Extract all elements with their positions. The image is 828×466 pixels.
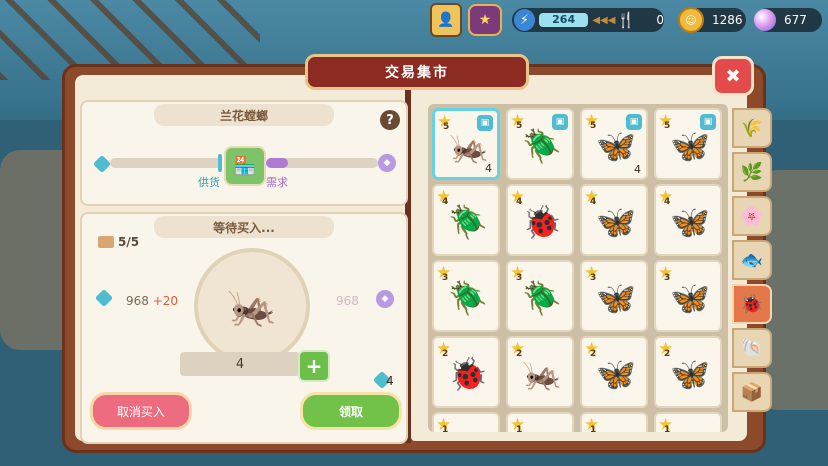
arrows-icon: ◀◀◀ bbox=[592, 14, 616, 26]
owned-count: 4 bbox=[386, 374, 394, 388]
yellow-butterfly-icon: 🦋 bbox=[670, 127, 710, 165]
fish-icon[interactable]: 🐟 bbox=[732, 240, 772, 280]
blue-beetle-icon: 🪲 bbox=[448, 203, 488, 241]
bug-icon: 🐛 bbox=[446, 428, 490, 432]
item-supply-card: 兰花螳螂 ? 🏪 ◆ 供货 需求 bbox=[80, 100, 408, 206]
insect-slot[interactable]: ★ 3 🦋 bbox=[580, 260, 648, 332]
bug-icon: 🐛 bbox=[520, 428, 564, 432]
top-bar: 👤 ★ bbox=[430, 3, 502, 37]
supply-marker bbox=[218, 154, 222, 172]
insect-grid: ★ 5 ▣ 🦗 4 ★ 5 ▣ 🪲 ★ 5 ▣ 🦋 4 ★ 5 ▣ 🦋 ★ 4 🪲 ★ 4 🐞 ★ 4 🦋 ★ 4 🦋 ★ 3 🪲 ★ 3 🪲 ★ 3 🦋 ★… bbox=[428, 104, 728, 432]
insect-slot[interactable]: ★ 2 🐞 bbox=[432, 336, 500, 408]
gems-display[interactable]: 677 bbox=[754, 8, 822, 32]
insect-slot[interactable]: ★ 5 ▣ 🦗 4 bbox=[432, 108, 500, 180]
market-stall-icon: 🏪 bbox=[224, 146, 266, 186]
help-icon[interactable]: ? bbox=[380, 110, 400, 130]
insect-slot[interactable]: ★1🐛 bbox=[506, 412, 574, 432]
coins-display[interactable]: ☺ 1286 bbox=[678, 7, 746, 33]
green-butterfly-icon: 🦋 bbox=[670, 279, 710, 317]
insect-slot[interactable]: ★ 2 🦗 bbox=[506, 336, 574, 408]
bug-icon: 🐛 bbox=[668, 428, 712, 432]
firefly-icon: 🪲 bbox=[448, 279, 488, 317]
price-bonus: +20 bbox=[152, 294, 179, 308]
insect-slot[interactable]: ★1🐛 bbox=[580, 412, 648, 432]
food-icon: 🍴 bbox=[616, 11, 636, 29]
insect-slot[interactable]: ★ 5 ▣ 🪲 bbox=[506, 108, 574, 180]
stag-beetle-icon: 🪲 bbox=[522, 127, 562, 165]
supply-label: 供货 bbox=[198, 176, 220, 189]
green-scarab-icon: 🪲 bbox=[522, 279, 562, 317]
luna-moth-icon: 🦋 bbox=[670, 203, 710, 241]
price-right: 968 bbox=[336, 294, 359, 308]
close-button[interactable]: ✖ bbox=[712, 56, 754, 96]
beetle-tab-icon[interactable]: 🐞 bbox=[732, 284, 772, 324]
monarch-butterfly-icon: 🦋 bbox=[596, 203, 636, 241]
insect-slot[interactable]: ★ 5 ▣ 🦋 bbox=[654, 108, 722, 180]
insect-count: 4 bbox=[485, 162, 492, 175]
gem-icon bbox=[754, 9, 776, 31]
energy-display: ⚡ 264 ◀◀◀ 🍴 0 bbox=[512, 8, 664, 32]
insect-slot[interactable]: ★ 3 🪲 bbox=[506, 260, 574, 332]
insect-slot[interactable]: ★ 4 🐞 bbox=[506, 184, 574, 256]
coins-value: 1286 bbox=[712, 13, 743, 27]
claim-button[interactable]: 领取 bbox=[300, 392, 402, 430]
insect-count: 4 bbox=[634, 163, 641, 176]
bug-icon: 🐛 bbox=[594, 428, 638, 432]
gems-value: 677 bbox=[784, 13, 807, 27]
demand-bar bbox=[266, 158, 378, 168]
cube-icon bbox=[92, 154, 112, 174]
add-quantity-button[interactable]: + bbox=[298, 350, 330, 382]
blue-swallowtail-icon: 🦋 bbox=[596, 279, 636, 317]
insect-slot[interactable]: ★ 3 🪲 bbox=[432, 260, 500, 332]
ladybug-icon: 🐞 bbox=[448, 355, 488, 393]
flower-icon[interactable]: 🌸 bbox=[732, 196, 772, 236]
blue-butterfly-icon: 🦋 bbox=[596, 127, 636, 165]
insect-slot[interactable]: ★ 5 ▣ 🦋 4 bbox=[580, 108, 648, 180]
insect-slot[interactable]: ★ 3 🦋 bbox=[654, 260, 722, 332]
misc-icon[interactable]: 📦 bbox=[732, 372, 772, 412]
supply-bar bbox=[110, 158, 222, 168]
buy-order-card: 等待买入... 5/5 968 +20 🦗 968 ◆ 4 + 4 取消买入 领… bbox=[80, 212, 408, 444]
insect-slot[interactable]: ★ 4 🦋 bbox=[580, 184, 648, 256]
event-badge-icon[interactable]: ★ bbox=[468, 4, 502, 36]
coin-icon: ☺ bbox=[678, 7, 704, 33]
scroll-icon bbox=[98, 236, 114, 248]
cancel-buy-button[interactable]: 取消买入 bbox=[90, 392, 192, 430]
yellow-swallowtail-icon: 🦋 bbox=[670, 355, 710, 393]
insect-slot[interactable]: ★ 4 🦋 bbox=[654, 184, 722, 256]
wheat-icon[interactable]: 🌾 bbox=[732, 108, 772, 148]
stink-bug-icon: 🐞 bbox=[522, 203, 562, 241]
demand-label: 需求 bbox=[266, 176, 288, 189]
insect-slot[interactable]: ★1🐛 bbox=[654, 412, 722, 432]
slot-count: 5/5 bbox=[118, 235, 140, 249]
insect-slot[interactable]: ★ 2 🦋 bbox=[580, 336, 648, 408]
cube-icon bbox=[94, 288, 114, 308]
energy-value: 264 bbox=[538, 13, 589, 27]
insect-slot[interactable]: ★1🐛 bbox=[432, 412, 500, 432]
price-left: 968 +20 bbox=[126, 294, 179, 308]
orchid-mantis-icon: 🦗 bbox=[194, 248, 310, 364]
waiting-title: 等待买入... bbox=[154, 216, 334, 238]
currency-icon: ◆ bbox=[378, 154, 396, 172]
insect-slot[interactable]: ★ 2 🦋 bbox=[654, 336, 722, 408]
shell-icon[interactable]: 🐚 bbox=[732, 328, 772, 368]
crop-icon[interactable]: 🌿 bbox=[732, 152, 772, 192]
player-portrait-icon[interactable]: 👤 bbox=[430, 3, 462, 37]
white-butterfly-icon: 🦋 bbox=[596, 355, 636, 393]
energy-icon[interactable]: ⚡ bbox=[514, 9, 535, 31]
cricket-icon: 🦗 bbox=[522, 355, 562, 393]
currency-icon: ◆ bbox=[376, 290, 394, 308]
insect-slot[interactable]: ★ 4 🪲 bbox=[432, 184, 500, 256]
quantity-field[interactable]: 4 bbox=[180, 352, 300, 376]
market-title: 交易集市 bbox=[305, 54, 529, 90]
item-name: 兰花螳螂 bbox=[154, 104, 334, 126]
food-value: 0 bbox=[656, 13, 664, 27]
